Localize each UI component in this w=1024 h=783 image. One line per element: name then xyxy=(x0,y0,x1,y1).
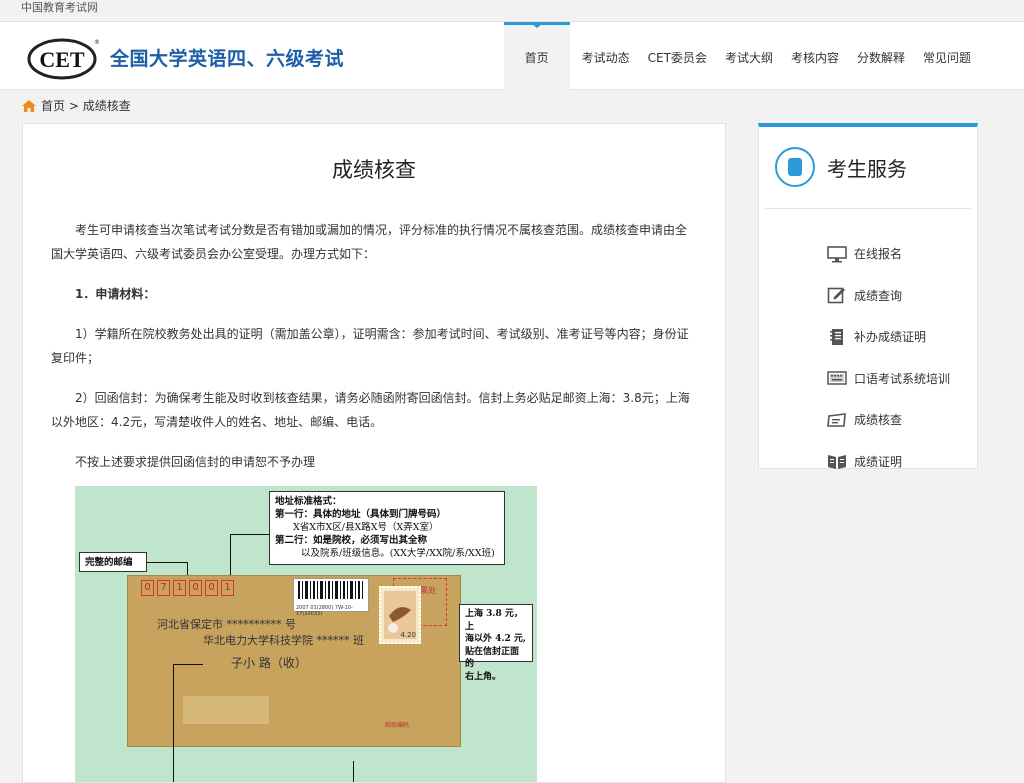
article-paragraph: 不按上述要求提供回函信封的申请恕不予办理 xyxy=(75,455,316,469)
handwritten-address-line2: 华北电力大学科技学院 ****** 班 xyxy=(203,634,364,647)
postcode-field-label: 邮政编码 xyxy=(385,722,410,729)
site-title[interactable]: 全国大学英语四、六级考试 xyxy=(110,44,344,71)
nav-cet-committee[interactable]: CET委员会 xyxy=(639,22,716,90)
envelope-example-image: 地址标准格式： 第一行：具体的地址（具体到门牌号码） X省X市X区/县X路X号（… xyxy=(75,486,537,782)
postage-note-box: 上海 3.8 元，上 海以外 4.2 元, 贴在信封正面的 右上角。 xyxy=(459,604,533,682)
sidebar-item-label: 口语考试系统培训 xyxy=(854,371,951,386)
svg-text:®: ® xyxy=(94,39,99,46)
sidebar-item-score-certificate[interactable]: 成绩证明 xyxy=(759,441,977,483)
handwritten-recipient: 子小 路（收） xyxy=(231,656,307,670)
zip-label-box: 完整的邮编 xyxy=(79,552,147,572)
candidate-services-panel: 考生服务 在线报名 成绩查询 补办成绩证明 口语考试系统培训 成绩核查 成绩证明 xyxy=(758,123,978,470)
article-paragraph: 2）回函信封：为确保考生能及时收到核查结果，请务必随函附寄回函信封。信封上务必贴… xyxy=(51,391,690,429)
home-icon xyxy=(22,99,36,112)
top-bar: 中国教育考试网 xyxy=(0,0,1024,22)
site-header: CET ® 全国大学英语四、六级考试 首页 考试动态 CET委员会 考试大纲 考… xyxy=(0,22,1024,90)
handwritten-address-line1: 河北省保定市 ********** 号 xyxy=(157,618,296,631)
postage-stamp: 4.20 xyxy=(379,586,421,644)
sidebar-title: 考生服务 xyxy=(827,157,907,181)
main-nav: 首页 考试动态 CET委员会 考试大纲 考核内容 分数解释 常见问题 xyxy=(503,22,980,90)
sidebar-item-oral-exam-training[interactable]: 口语考试系统培训 xyxy=(759,358,977,400)
address-format-box: 地址标准格式： 第一行：具体的地址（具体到门牌号码） X省X市X区/县X路X号（… xyxy=(269,491,505,565)
article-section-heading: 1．申请材料： xyxy=(75,287,156,301)
book-icon xyxy=(828,455,846,470)
article-paragraph: 1）学籍所在院校教务处出具的证明（需加盖公章），证明需含：参加考试时间、考试级别… xyxy=(51,327,689,365)
nav-score-explanation[interactable]: 分数解释 xyxy=(848,22,914,90)
nav-faq[interactable]: 常见问题 xyxy=(914,22,980,90)
nav-home[interactable]: 首页 xyxy=(503,22,570,90)
sidebar-item-score-query[interactable]: 成绩查询 xyxy=(759,275,977,317)
candidate-service-icon xyxy=(775,147,815,187)
nav-exam-news[interactable]: 考试动态 xyxy=(573,22,639,90)
article-panel: 成绩核查 考生可申请核查当次笔试考试分数是否有错加或漏加的情况，评分标准的执行情… xyxy=(22,123,726,783)
sidebar-item-score-verification[interactable]: 成绩核查 xyxy=(759,399,977,441)
sidebar-header: 考生服务 xyxy=(765,127,971,209)
sidebar-item-label: 在线报名 xyxy=(854,247,903,262)
sidebar-item-label: 成绩证明 xyxy=(854,454,903,469)
nav-syllabus[interactable]: 考试大纲 xyxy=(716,22,782,90)
breadcrumb-home-link[interactable]: 首页 xyxy=(41,97,65,114)
zip-code-boxes: 0 7 1 0 0 1 xyxy=(141,580,237,596)
monitor-icon xyxy=(827,245,847,263)
breadcrumb-current: 成绩核查 xyxy=(82,99,131,113)
sidebar-item-label: 补办成绩证明 xyxy=(854,330,927,345)
breadcrumb: 首页 > 成绩核查 xyxy=(22,97,131,114)
sidebar-service-list: 在线报名 成绩查询 补办成绩证明 口语考试系统培训 成绩核查 成绩证明 xyxy=(759,209,977,482)
sidebar-item-online-registration[interactable]: 在线报名 xyxy=(759,233,977,275)
breadcrumb-separator: > xyxy=(65,98,83,113)
top-bar-text[interactable]: 中国教育考试网 xyxy=(21,1,98,14)
certificate-icon xyxy=(827,412,846,427)
logo-text: CET xyxy=(39,47,85,72)
nav-content[interactable]: 考核内容 xyxy=(782,22,848,90)
sidebar-item-reissue-certificate[interactable]: 补办成绩证明 xyxy=(759,316,977,358)
article-title: 成绩核查 xyxy=(332,158,416,182)
sidebar-item-label: 成绩核查 xyxy=(854,413,903,428)
barcode: 2007 01(2800) 7W-10-17(10033) xyxy=(293,578,369,617)
cet-logo[interactable]: CET ® xyxy=(27,36,99,80)
article-paragraph: 考生可申请核查当次笔试考试分数是否有错加或漏加的情况，评分标准的执行情况不属核查… xyxy=(51,223,688,261)
keyboard-icon xyxy=(827,371,847,385)
sender-area xyxy=(183,696,269,724)
sidebar-item-label: 成绩查询 xyxy=(854,288,903,303)
notebook-icon xyxy=(830,328,843,345)
edit-icon xyxy=(827,287,845,304)
